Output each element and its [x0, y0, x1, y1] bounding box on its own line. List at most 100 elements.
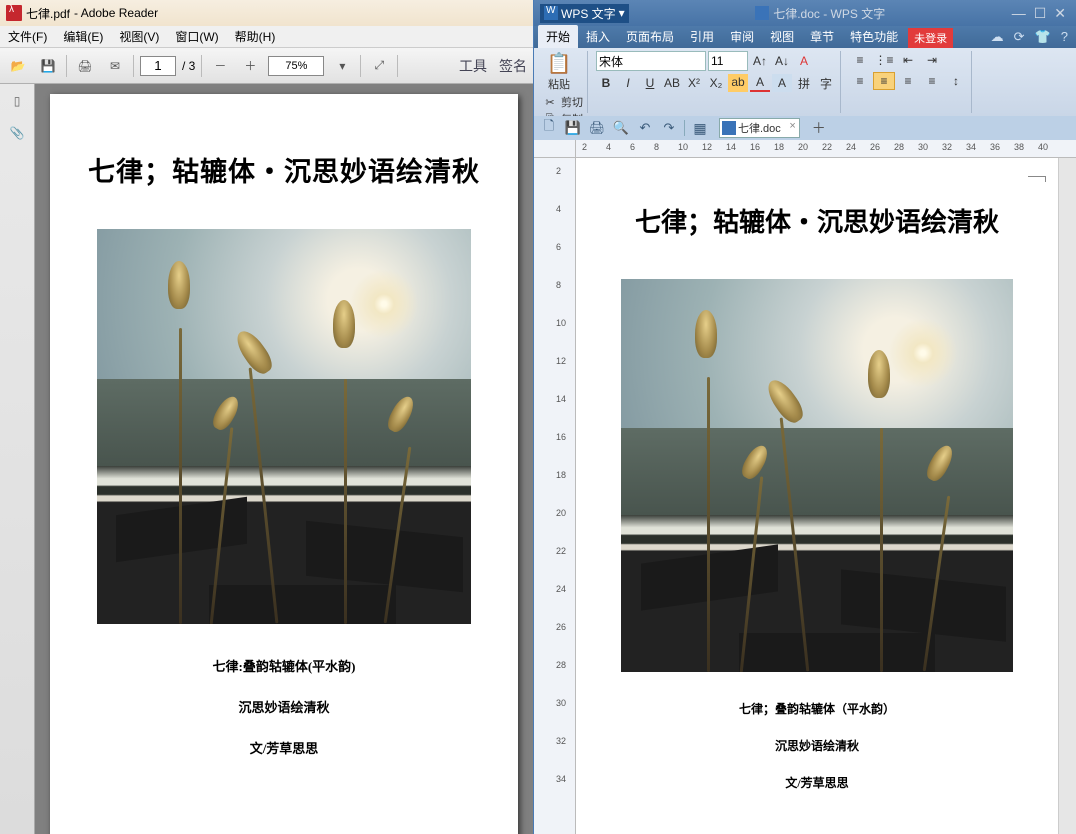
print-icon[interactable]: 🖨	[73, 54, 97, 78]
mail-icon[interactable]: ✉	[103, 54, 127, 78]
tab-special[interactable]: 特色功能	[842, 25, 906, 48]
wps-quick-bar: 🗋 💾 🖨 🔍 ↶ ↷ ▦ 七律.doc × ＋	[534, 116, 1076, 140]
paste-button[interactable]: 📋 粘贴	[542, 51, 576, 92]
print-icon[interactable]: 🖨	[588, 119, 606, 137]
ruler-mark: 2	[556, 166, 561, 176]
tab-insert[interactable]: 插入	[578, 25, 618, 48]
wps-ruler-v[interactable]: 246810121416182022242628303234	[534, 158, 576, 834]
tab-start[interactable]: 开始	[538, 25, 578, 48]
menu-window[interactable]: 窗口(W)	[171, 26, 222, 47]
line-spacing-button[interactable]: ↕	[945, 72, 967, 90]
border-char-button[interactable]: 字	[816, 74, 836, 92]
file-tab[interactable]: 七律.doc ×	[719, 118, 800, 138]
indent-inc-button[interactable]: ⇥	[921, 51, 943, 69]
menu-help[interactable]: 帮助(H)	[231, 26, 280, 47]
refresh-icon[interactable]: ⟳	[1014, 29, 1025, 45]
wps-doc-icon[interactable]: ▦	[691, 119, 709, 137]
superscript-button[interactable]: X²	[684, 74, 704, 92]
minimize-icon[interactable]: —	[1012, 5, 1026, 22]
save-icon[interactable]: 💾	[564, 119, 582, 137]
wps-ribbon: 📋 粘贴 ✂剪切 ⎘复制 🖌 格式刷 A↑ A↓ A	[534, 48, 1076, 116]
wps-subtitle-1: 七律；叠韵轱辘体（平水韵）	[739, 700, 895, 717]
menu-view[interactable]: 视图(V)	[115, 26, 163, 47]
wps-ruler-h[interactable]: 246810121416182022242628303234363840	[534, 140, 1076, 158]
cut-icon: ✂	[542, 94, 558, 110]
ruler-mark: 24	[556, 584, 566, 594]
menu-edit[interactable]: 编辑(E)	[59, 26, 107, 47]
font-size-select[interactable]	[708, 51, 748, 71]
zoom-input[interactable]	[268, 56, 324, 76]
align-left-button[interactable]: ≡	[849, 72, 871, 90]
ruler-mark: 24	[846, 142, 856, 152]
preview-icon[interactable]: 🔍	[612, 119, 630, 137]
tab-review[interactable]: 审阅	[722, 25, 762, 48]
strike-button[interactable]: AB	[662, 74, 682, 92]
new-tab-button[interactable]: ＋	[806, 118, 832, 138]
align-right-button[interactable]: ≡	[897, 72, 919, 90]
highlight-button[interactable]: ab	[728, 74, 748, 92]
separator	[133, 55, 134, 77]
subscript-button[interactable]: X₂	[706, 74, 726, 92]
cut-button[interactable]: ✂剪切	[542, 94, 583, 110]
ruby-button[interactable]: 拼	[794, 74, 814, 92]
ruler-mark: 20	[798, 142, 808, 152]
sign-button[interactable]: 签名	[499, 56, 527, 76]
shirt-icon[interactable]: 👕	[1035, 29, 1051, 45]
wps-icon	[544, 6, 558, 20]
italic-button[interactable]: I	[618, 74, 638, 92]
wps-page: 七律；轱辘体・沉思妙语绘清秋 七律；叠韵轱辘体（平水韵） 沉思妙语绘清秋 文/芳…	[578, 158, 1056, 834]
adobe-window: 七律.pdf - Adobe Reader 文件(F) 编辑(E) 视图(V) …	[0, 0, 534, 834]
ruler-mark: 26	[556, 622, 566, 632]
ruler-mark: 38	[1014, 142, 1024, 152]
ruler-mark: 8	[654, 142, 659, 152]
zoom-out-icon[interactable]: －	[208, 54, 232, 78]
shading-button[interactable]: A	[772, 74, 792, 92]
cloud-icon[interactable]: ☁	[991, 29, 1004, 45]
font-name-select[interactable]	[596, 51, 706, 71]
numbering-button[interactable]: ⋮≡	[873, 51, 895, 69]
new-icon[interactable]: 🗋	[540, 119, 558, 137]
close-tab-icon[interactable]: ×	[789, 120, 795, 132]
adobe-menubar: 文件(F) 编辑(E) 视图(V) 窗口(W) 帮助(H)	[0, 26, 533, 48]
tab-chapter[interactable]: 章节	[802, 25, 842, 48]
open-icon[interactable]: 📂	[6, 54, 30, 78]
login-button[interactable]: 未登录	[908, 28, 953, 48]
adobe-doc-viewport[interactable]: 七律；轱辘体・沉思妙语绘清秋 七律:叠韵轱辘体(平水韵) 沉思妙语绘清秋 文/芳…	[35, 84, 533, 834]
zoom-dropdown-icon[interactable]: ▾	[330, 54, 354, 78]
clear-format-icon[interactable]: A	[794, 52, 814, 70]
shrink-font-icon[interactable]: A↓	[772, 52, 792, 70]
tab-layout[interactable]: 页面布局	[618, 25, 682, 48]
ruler-mark: 20	[556, 508, 566, 518]
wps-scrollbar-v[interactable]	[1058, 158, 1076, 834]
align-center-button[interactable]: ≡	[873, 72, 895, 90]
thumbnails-icon[interactable]: ▯	[14, 94, 21, 108]
ruler-mark: 8	[556, 280, 561, 290]
fit-icon[interactable]: ⤢	[367, 54, 391, 78]
menu-file[interactable]: 文件(F)	[4, 26, 51, 47]
page-input[interactable]	[140, 56, 176, 76]
maximize-icon[interactable]: ☐	[1034, 5, 1047, 22]
save-icon[interactable]: 💾	[36, 54, 60, 78]
pdf-icon	[6, 5, 22, 21]
wps-titlebar: WPS 文字 ▾ 七律.doc - WPS 文字 — ☐ ✕	[534, 0, 1076, 26]
bold-button[interactable]: B	[596, 74, 616, 92]
tab-ref[interactable]: 引用	[682, 25, 722, 48]
separator	[66, 55, 67, 77]
wps-logo[interactable]: WPS 文字 ▾	[540, 4, 629, 23]
underline-button[interactable]: U	[640, 74, 660, 92]
grow-font-icon[interactable]: A↑	[750, 52, 770, 70]
wps-page-viewport[interactable]: 七律；轱辘体・沉思妙语绘清秋 七律；叠韵轱辘体（平水韵） 沉思妙语绘清秋 文/芳…	[576, 158, 1058, 834]
tools-button[interactable]: 工具	[459, 56, 487, 76]
bullets-button[interactable]: ≡	[849, 51, 871, 69]
align-justify-button[interactable]: ≡	[921, 72, 943, 90]
font-color-button[interactable]: A	[750, 74, 770, 92]
tab-view[interactable]: 视图	[762, 25, 802, 48]
close-icon[interactable]: ✕	[1054, 5, 1066, 22]
zoom-in-icon[interactable]: ＋	[238, 54, 262, 78]
redo-icon[interactable]: ↷	[660, 119, 678, 137]
undo-icon[interactable]: ↶	[636, 119, 654, 137]
wps-doc-image	[621, 279, 1013, 672]
indent-dec-button[interactable]: ⇤	[897, 51, 919, 69]
help-icon[interactable]: ?	[1061, 29, 1068, 45]
attachment-icon[interactable]: 📎	[10, 126, 25, 140]
